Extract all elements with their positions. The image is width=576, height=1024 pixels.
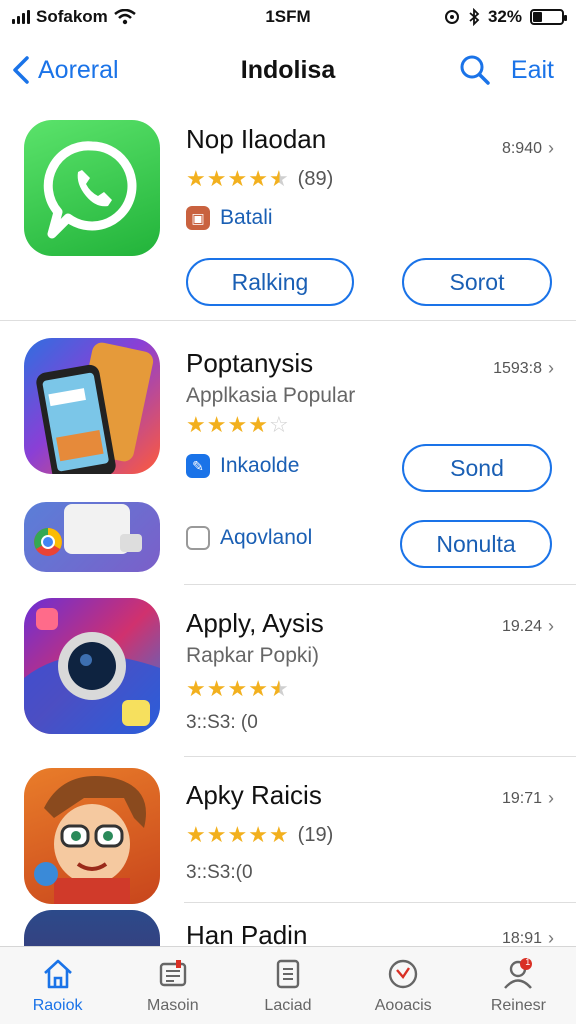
tab-bar: Raoiok Masoin Laciad Aooacis 1 Reinesr xyxy=(0,946,576,1024)
rating: ★★★★★ (19) xyxy=(186,822,333,848)
tab-label: Laciad xyxy=(264,996,312,1014)
document-icon xyxy=(276,959,300,988)
rating: ★★★★★ (89) xyxy=(186,166,333,192)
star-rating: ★★★★★ xyxy=(186,676,290,701)
tab-profile[interactable]: 1 Reinesr xyxy=(461,947,576,1024)
tab-clock[interactable]: Aooacis xyxy=(346,947,461,1024)
ranking-button[interactable]: Ralking xyxy=(186,258,354,306)
list-item[interactable]: Poptanysis 1593:8 › Applkasia Popular ★★★… xyxy=(0,330,576,500)
list-item[interactable]: Apky Raicis 19:71 › ★★★★★ (19) 3::S3:(0 xyxy=(0,762,576,904)
chevron-right-icon[interactable]: › xyxy=(548,358,554,379)
chevron-left-icon xyxy=(13,56,29,84)
app-title: Poptanysis xyxy=(186,348,314,378)
tab-label: Aooacis xyxy=(374,996,432,1014)
star-rating: ★★★★★ xyxy=(186,166,290,191)
tab-news[interactable]: Masoin xyxy=(115,947,230,1024)
signal-icon xyxy=(12,10,30,24)
action-button[interactable]: Nonulta xyxy=(400,520,552,568)
divider xyxy=(0,320,576,321)
browser-app-icon xyxy=(24,502,160,572)
tab-document[interactable]: Laciad xyxy=(230,947,345,1024)
app-time-value: 19.24 xyxy=(501,617,542,635)
back-label: Aoreral xyxy=(38,55,119,84)
camera-app-icon xyxy=(24,598,160,734)
carrier-name: Sofakom xyxy=(36,7,108,26)
divider xyxy=(184,756,576,757)
wifi-icon xyxy=(114,9,136,25)
game-app-icon xyxy=(24,768,160,904)
battery-icon xyxy=(530,9,567,25)
navigation-bar: Aoreral Indolisa Eait xyxy=(0,40,576,100)
divider xyxy=(184,584,576,585)
location-icon xyxy=(444,10,459,24)
chevron-right-icon[interactable]: › xyxy=(548,616,554,637)
edit-button[interactable]: Eait xyxy=(511,56,554,85)
app-time-value: 1593:8 xyxy=(493,359,542,377)
badge: 1 xyxy=(525,957,531,967)
app-title: Apky Raicis xyxy=(186,780,322,810)
category-icon: ▣ xyxy=(186,206,210,230)
clipboard-icon xyxy=(186,526,210,550)
tab-label: Reinesr xyxy=(490,996,546,1014)
phone-app-icon xyxy=(24,338,160,474)
app-meta: 3::S3:(0 xyxy=(186,862,253,883)
tag-label: Aqovlanol xyxy=(220,526,313,549)
chevron-right-icon[interactable]: › xyxy=(548,138,554,159)
tag-label: Inkaolde xyxy=(220,454,300,477)
sort-button[interactable]: Sorot xyxy=(402,258,552,306)
rating: ★★★★★ xyxy=(186,676,290,702)
bluetooth-icon xyxy=(469,8,480,26)
category-tag: Aqovlanol xyxy=(186,526,312,550)
divider xyxy=(184,902,576,903)
app-title: Nop Ilaodan xyxy=(186,124,327,154)
home-icon xyxy=(43,959,72,988)
app-title: Apply, Aysis xyxy=(186,608,324,638)
app-time: 8:940 › xyxy=(502,138,554,159)
app-subtitle: Rapkar Popki) xyxy=(186,644,320,667)
tab-label: Masoin xyxy=(147,996,199,1014)
tag-label: Batali xyxy=(220,206,273,229)
app-time-value: 18:91 xyxy=(501,929,542,947)
app-title: Han Padin xyxy=(186,920,308,946)
app-time-value: 8:940 xyxy=(501,139,542,157)
edit-icon: ✎ xyxy=(186,454,210,478)
back-button[interactable]: Aoreral xyxy=(10,55,119,85)
star-rating: ★★★★★ xyxy=(186,822,290,847)
star-rating: ★★★★☆ xyxy=(186,412,290,437)
list-item[interactable]: Han Padin 18:91 › xyxy=(0,906,576,946)
chat-app-icon xyxy=(24,120,160,256)
search-icon[interactable] xyxy=(459,54,491,86)
list-item[interactable]: Apply, Aysis 19.24 › Rapkar Popki) ★★★★★ … xyxy=(0,590,576,756)
app-time: 19:71 › xyxy=(502,788,554,809)
app-time: 18:91 › xyxy=(502,928,554,946)
category-tag: ▣ Batali xyxy=(186,206,273,230)
chevron-right-icon[interactable]: › xyxy=(548,928,554,946)
tab-label: Raoiok xyxy=(32,996,83,1014)
tab-home[interactable]: Raoiok xyxy=(0,947,115,1024)
category-tag: ✎ Inkaolde xyxy=(186,454,299,478)
app-subtitle: Applkasia Popular xyxy=(186,384,356,407)
app-time: 1593:8 › xyxy=(493,358,554,379)
rating: ★★★★☆ xyxy=(186,412,290,438)
chevron-right-icon[interactable]: › xyxy=(548,788,554,809)
battery-percent: 32% xyxy=(487,7,522,26)
app-time-value: 19:71 xyxy=(501,789,542,807)
list-item[interactable]: Nop Ilaodan 8:940 › ★★★★★ (89) ▣ Batali R… xyxy=(0,108,576,320)
app-meta: 3::S3: (0 xyxy=(186,712,258,733)
rating-count: (89) xyxy=(297,167,334,190)
status-bar: Sofakom 1SFM 32% xyxy=(0,0,576,34)
send-button[interactable]: Sond xyxy=(402,444,552,492)
app-time: 19.24 › xyxy=(502,616,554,637)
rating-count: (19) xyxy=(297,823,334,846)
news-icon xyxy=(159,959,186,986)
list-item[interactable]: Aqovlanol Nonulta xyxy=(0,500,576,584)
app-icon xyxy=(24,910,160,946)
clock-icon xyxy=(389,959,418,988)
